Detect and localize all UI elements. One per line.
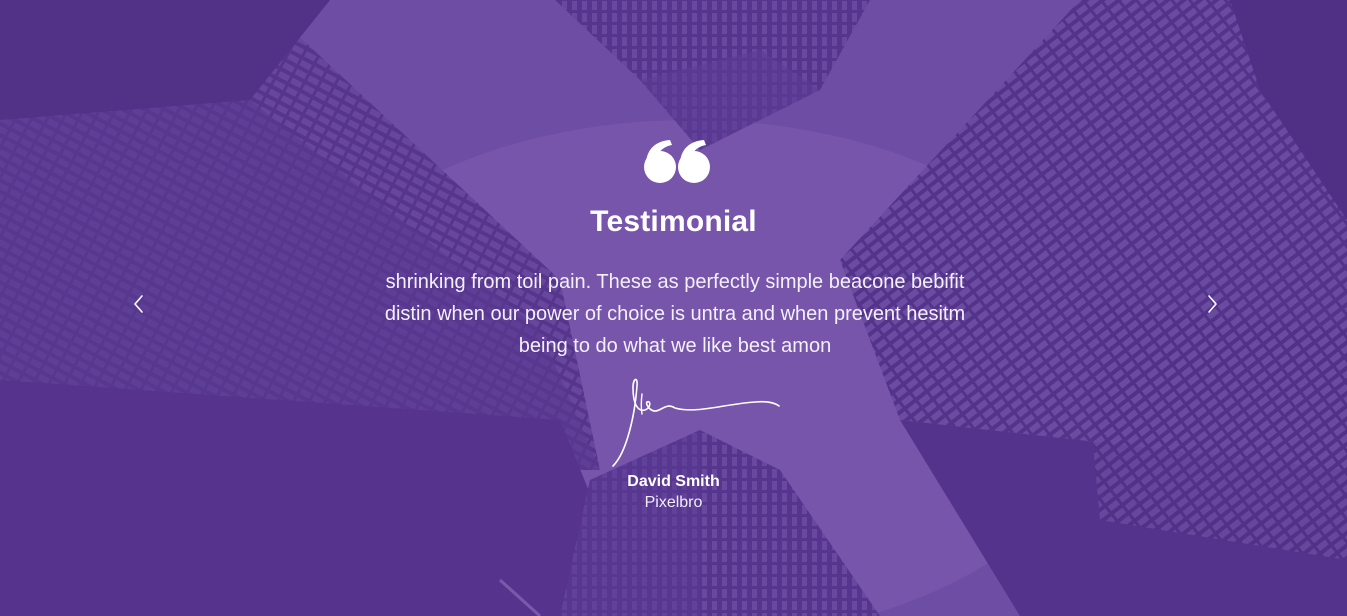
prev-button[interactable] [127,290,151,318]
testimonial-text: shrinking from toil pain. These as perfe… [384,271,966,357]
testimonial-title: Testimonial [590,205,757,238]
signature-image [612,378,780,467]
chevron-right-icon [1208,295,1217,313]
chevron-left-icon [134,295,143,313]
author-company: Pixelbro [644,494,703,511]
next-button[interactable] [1200,290,1224,318]
quote-icon [644,140,710,183]
author-name: David Smith [627,473,720,490]
testimonial-content: Testimonial shrinking from toil pain. Th… [0,0,1347,616]
testimonial-section: Testimonial shrinking from toil pain. Th… [0,0,1347,616]
